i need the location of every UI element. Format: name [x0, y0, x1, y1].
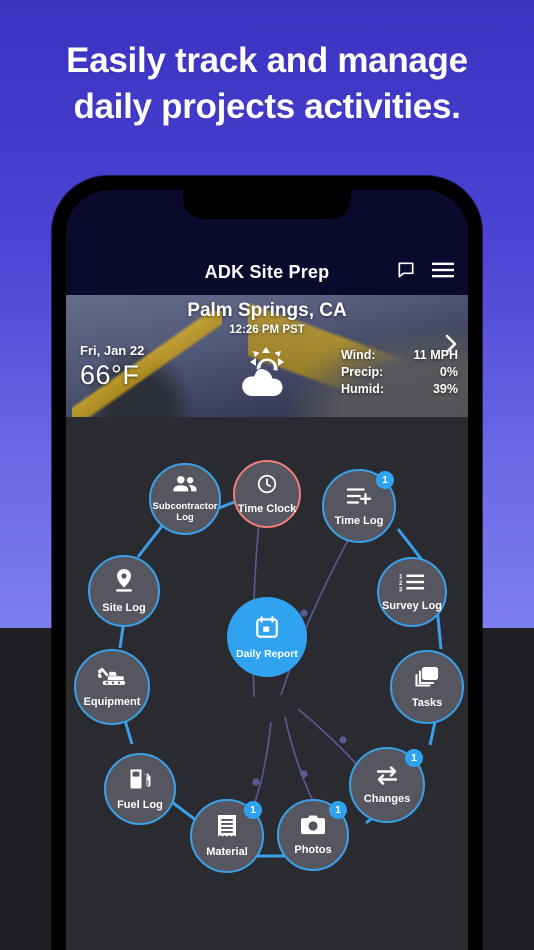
- weather-stat-label: Wind:: [340, 348, 376, 362]
- weather-stat-row: Humid: 39%: [341, 381, 458, 398]
- layers-icon: [414, 665, 440, 694]
- menu-item-subcontractor-log[interactable]: Subcontractor Log: [149, 463, 221, 535]
- weather-stat-row: Wind: 11 MPH: [341, 347, 458, 364]
- calendar-icon: [254, 614, 280, 645]
- menu-node-fuel-log[interactable]: Fuel Log: [104, 753, 176, 825]
- app-bar-actions: [396, 260, 454, 285]
- menu-node-time-clock[interactable]: Time Clock: [233, 460, 301, 528]
- menu-node-label: Subcontractor Log: [152, 501, 218, 523]
- weather-stat-label: Humid:: [340, 382, 384, 396]
- weather-stat-row: Precip: 0%: [341, 364, 458, 381]
- menu-item-time-log[interactable]: Time Log 1: [322, 469, 396, 543]
- app-title: ADK Site Prep: [204, 262, 330, 282]
- map-pin-icon: [113, 568, 135, 599]
- list-plus-icon: [346, 485, 372, 512]
- weather-city: Palm Springs, CA: [187, 300, 347, 321]
- menu-node-label: Photos: [294, 843, 332, 856]
- menu-item-fuel-log[interactable]: Fuel Log: [104, 753, 176, 825]
- menu-node-label: Time Log: [334, 514, 384, 527]
- hamburger-menu-icon[interactable]: [432, 261, 454, 284]
- weather-stat-label: Precip:: [340, 365, 384, 379]
- menu-item-photos[interactable]: Photos 1: [277, 799, 349, 871]
- menu-node-label: Survey Log: [382, 599, 442, 612]
- camera-icon: [300, 814, 326, 841]
- radial-menu: Daily Report Time Clock Time Log 1 1 2 3…: [66, 417, 468, 950]
- svg-text:3: 3: [399, 587, 403, 592]
- weather-stat-value: 11 MPH: [413, 348, 458, 362]
- menu-node-equipment[interactable]: Equipment: [74, 649, 150, 725]
- weather-date: Fri, Jan 22: [80, 343, 145, 358]
- phone-notch: [183, 190, 351, 219]
- menu-node-label: Site Log: [102, 601, 146, 614]
- menu-item-material[interactable]: Material 1: [190, 799, 264, 873]
- menu-node-site-log[interactable]: Site Log: [88, 555, 160, 627]
- menu-node-survey-log[interactable]: 1 2 3 Survey Log: [377, 557, 447, 627]
- menu-node-label: Equipment: [83, 695, 141, 708]
- weather-stat-value: 0%: [439, 365, 458, 379]
- sun-behind-cloud-icon: [230, 343, 304, 408]
- menu-node-badge: 1: [329, 801, 347, 819]
- menu-item-time-clock[interactable]: Time Clock: [233, 460, 301, 528]
- weather-time: 12:26 PM PST: [229, 324, 305, 336]
- chat-bubble-icon[interactable]: [396, 260, 416, 285]
- weather-hero[interactable]: Palm Springs, CA 12:26 PM PST Fri, Jan 2…: [66, 295, 468, 417]
- menu-node-badge: 1: [405, 749, 423, 767]
- menu-node-label: Material: [206, 845, 248, 858]
- menu-item-changes[interactable]: Changes 1: [349, 747, 425, 823]
- numbered-list-icon: 1 2 3: [399, 572, 425, 597]
- menu-node-label: Fuel Log: [117, 798, 163, 811]
- fuel-pump-icon: [128, 767, 152, 796]
- headline-line-1: Easily track and manage: [66, 41, 468, 80]
- phone-screen: ADK Site Prep Palm Springs, CA 12:26 PM …: [66, 190, 468, 950]
- people-icon: [172, 475, 198, 498]
- screenshot-root: Easily track and manage daily projects a…: [0, 0, 534, 950]
- exchange-arrows-icon: [374, 765, 400, 790]
- receipt-icon: [216, 814, 238, 843]
- menu-item-survey-log[interactable]: 1 2 3 Survey Log: [377, 557, 447, 627]
- menu-node-subcontractor-log[interactable]: Subcontractor Log: [149, 463, 221, 535]
- weather-temperature: 66°F: [80, 360, 140, 390]
- menu-item-site-log[interactable]: Site Log: [88, 555, 160, 627]
- menu-node-label: Tasks: [411, 696, 443, 709]
- menu-item-tasks[interactable]: Tasks: [390, 650, 464, 724]
- weather-stats: Wind: 11 MPH Precip: 0% Humid: 39%: [341, 347, 458, 398]
- svg-text:1: 1: [399, 574, 403, 580]
- menu-node-label: Time Clock: [237, 502, 297, 515]
- clock-icon: [256, 473, 278, 500]
- weather-stat-value: 39%: [432, 382, 458, 396]
- menu-node-badge: 1: [244, 801, 262, 819]
- excavator-icon: [97, 666, 127, 693]
- menu-node-label: Daily Report: [236, 647, 298, 660]
- weather-left-block: Fri, Jan 22 66°F: [80, 343, 144, 391]
- marketing-headline: Easily track and manage daily projects a…: [0, 38, 534, 130]
- headline-line-2: daily projects activities.: [73, 87, 461, 126]
- menu-node-badge: 1: [376, 471, 394, 489]
- menu-node-tasks[interactable]: Tasks: [390, 650, 464, 724]
- phone-mockup: ADK Site Prep Palm Springs, CA 12:26 PM …: [52, 176, 482, 950]
- menu-node-daily-report[interactable]: Daily Report: [227, 597, 307, 677]
- menu-node-label: Changes: [363, 792, 411, 805]
- svg-text:2: 2: [399, 581, 403, 587]
- menu-item-equipment[interactable]: Equipment: [74, 649, 150, 725]
